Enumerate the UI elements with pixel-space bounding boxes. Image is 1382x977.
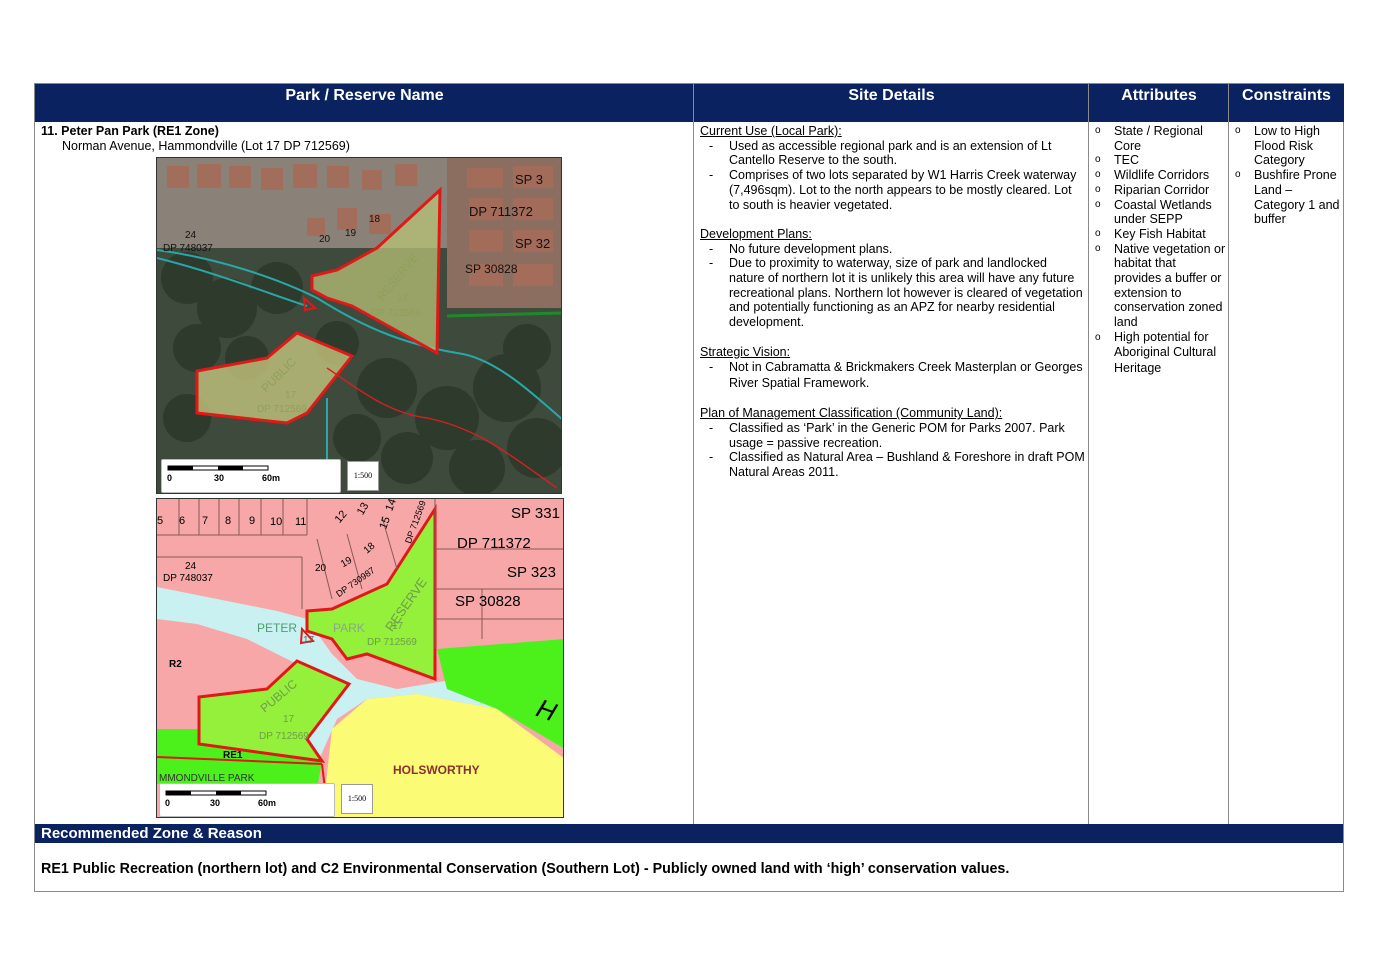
- pom-list: Classified as ‘Park’ in the Generic POM …: [700, 421, 1085, 480]
- park-address: Norman Avenue, Hammondville (Lot 17 DP 7…: [62, 138, 350, 153]
- site-assessment-table: Park / Reserve Name Site Details Attribu…: [34, 83, 1344, 892]
- attributes-cell: State / Regional Core TEC Wildlife Corri…: [1094, 122, 1226, 824]
- park-title: 11. Peter Pan Park (RE1 Zone): [41, 124, 219, 138]
- scale-tick-30: 30: [210, 798, 221, 808]
- zone-label-20: 20: [315, 563, 327, 574]
- scale-tick-0: 0: [165, 798, 171, 808]
- aerial-label-18: 18: [369, 214, 381, 225]
- scale-ratio-button[interactable]: 1:500: [347, 461, 379, 491]
- development-plans-heading: Development Plans:: [700, 226, 812, 241]
- scale-tick-0: 0: [167, 473, 173, 483]
- zone-label-r2: R2: [169, 659, 182, 670]
- scale-ratio-button[interactable]: 1:500: [341, 784, 373, 814]
- header-park-name: Park / Reserve Name: [35, 84, 694, 122]
- lot-number: 10: [270, 516, 283, 528]
- list-item: High potential for Aboriginal Cultural H…: [1094, 330, 1226, 377]
- strategic-vision-list: Not in Cabramatta & Brickmakers Creek Ma…: [700, 359, 1085, 391]
- lot-number: 5: [157, 515, 164, 527]
- zone-label-17a: 17: [303, 635, 315, 646]
- list-item: Comprises of two lots separated by W1 Ha…: [700, 168, 1085, 212]
- zone-label-sp323: SP 323: [507, 564, 556, 581]
- header-site-details: Site Details: [694, 84, 1089, 122]
- list-item: Due to proximity to waterway, size of pa…: [700, 256, 1085, 330]
- strategic-vision-heading: Strategic Vision:: [700, 344, 791, 359]
- list-item: Used as accessible regional park and is …: [700, 139, 1085, 168]
- aerial-label-20: 20: [319, 234, 331, 245]
- list-item: Not in Cabramatta & Brickmakers Creek Ma…: [700, 359, 1085, 391]
- aerial-label-19: 19: [345, 228, 357, 239]
- pom-heading: Plan of Management Classification (Commu…: [700, 406, 1003, 421]
- list-item: Key Fish Habitat: [1094, 227, 1226, 242]
- zone-label-sp30828: SP 30828: [455, 593, 521, 610]
- aerial-label-dp711372: DP 711372: [469, 204, 533, 219]
- zone-label-dp748037: DP 748037: [163, 573, 213, 584]
- zone-label-dp712569-pub: DP 712569: [259, 731, 309, 742]
- zoning-map: 5 6 7 8 9 10 11 12 13 15 14 SP 331 DP 71…: [156, 498, 564, 818]
- attributes-list: State / Regional Core TEC Wildlife Corri…: [1094, 124, 1226, 376]
- list-item: State / Regional Core: [1094, 124, 1226, 153]
- scale-tick-60m: 60m: [258, 798, 277, 808]
- zone-label-re1: RE1: [223, 750, 243, 761]
- lot-number: 8: [225, 515, 232, 527]
- recommended-zone-heading: Recommended Zone & Reason: [35, 824, 1343, 843]
- recommended-zone-text: RE1 Public Recreation (northern lot) and…: [41, 861, 1010, 877]
- current-use-heading: Current Use (Local Park):: [700, 124, 842, 138]
- aerial-label-sp3: SP 3: [515, 172, 543, 187]
- aerial-label-dp712569a: DP 712569: [371, 308, 421, 319]
- header-constraints: Constraints: [1229, 84, 1344, 122]
- list-item: Classified as Natural Area – Bushland & …: [700, 450, 1085, 479]
- aerial-label-dp748037: DP 748037: [163, 243, 213, 254]
- zone-label-peter: PETER: [257, 621, 298, 635]
- column-divider: [1088, 84, 1089, 824]
- aerial-label-17a: 17: [397, 293, 409, 304]
- current-use-list: Used as accessible regional park and is …: [700, 139, 1085, 213]
- development-plans-list: No future development plans. Due to prox…: [700, 242, 1085, 330]
- aerial-label-dp712569b: DP 712569: [257, 404, 307, 415]
- zone-label-holsworthy: HOLSWORTHY: [393, 763, 480, 777]
- list-item: Wildlife Corridors: [1094, 168, 1226, 183]
- column-divider: [693, 84, 694, 824]
- constraints-cell: Low to High Flood Risk Category Bushfire…: [1234, 122, 1342, 824]
- zone-label-17b: 17: [392, 621, 404, 632]
- aerial-label-sp30828: SP 30828: [465, 262, 518, 276]
- zoning-scale-bar: 0 30 60m: [159, 783, 335, 817]
- scale-tick-30: 30: [214, 473, 225, 483]
- zone-label-dp712569-res: DP 712569: [367, 637, 417, 648]
- zone-label-dp711372: DP 711372: [457, 535, 531, 552]
- list-item: No future development plans.: [700, 242, 1085, 257]
- zone-label-park: PARK: [333, 621, 365, 635]
- zone-label-24: 24: [185, 561, 197, 572]
- lot-number: 9: [249, 515, 256, 527]
- scale-bar-graphic: [165, 790, 267, 796]
- constraints-list: Low to High Flood Risk Category Bushfire…: [1234, 124, 1342, 227]
- list-item: TEC: [1094, 153, 1226, 168]
- zone-label-17c: 17: [283, 714, 295, 725]
- column-divider: [1228, 84, 1229, 824]
- list-item: Classified as ‘Park’ in the Generic POM …: [700, 421, 1085, 450]
- aerial-label-sp32: SP 32: [515, 236, 551, 251]
- lot-number: 7: [202, 515, 209, 527]
- scale-tick-60m: 60m: [262, 473, 281, 483]
- header-attributes: Attributes: [1089, 84, 1229, 122]
- aerial-label-17b: 17: [285, 390, 297, 401]
- aerial-label-24: 24: [185, 230, 197, 241]
- list-item: Low to High Flood Risk Category: [1234, 124, 1342, 168]
- lot-number: 6: [179, 515, 186, 527]
- list-item: Riparian Corridor: [1094, 183, 1226, 198]
- lot-number: 11: [295, 516, 307, 528]
- scale-bar-graphic: [167, 465, 269, 471]
- aerial-photo-map: SP 3 DP 711372 SP 32 SP 30828 24 DP 7480…: [156, 157, 562, 494]
- aerial-scale-bar: 0 30 60m: [161, 459, 341, 493]
- site-details-cell: Current Use (Local Park): Used as access…: [700, 122, 1085, 824]
- list-item: Coastal Wetlands under SEPP: [1094, 198, 1226, 227]
- list-item: Native vegetation or habitat that provid…: [1094, 242, 1226, 330]
- list-item: Bushfire Prone Land – Category 1 and buf…: [1234, 168, 1342, 227]
- zone-label-sp331: SP 331: [511, 505, 560, 522]
